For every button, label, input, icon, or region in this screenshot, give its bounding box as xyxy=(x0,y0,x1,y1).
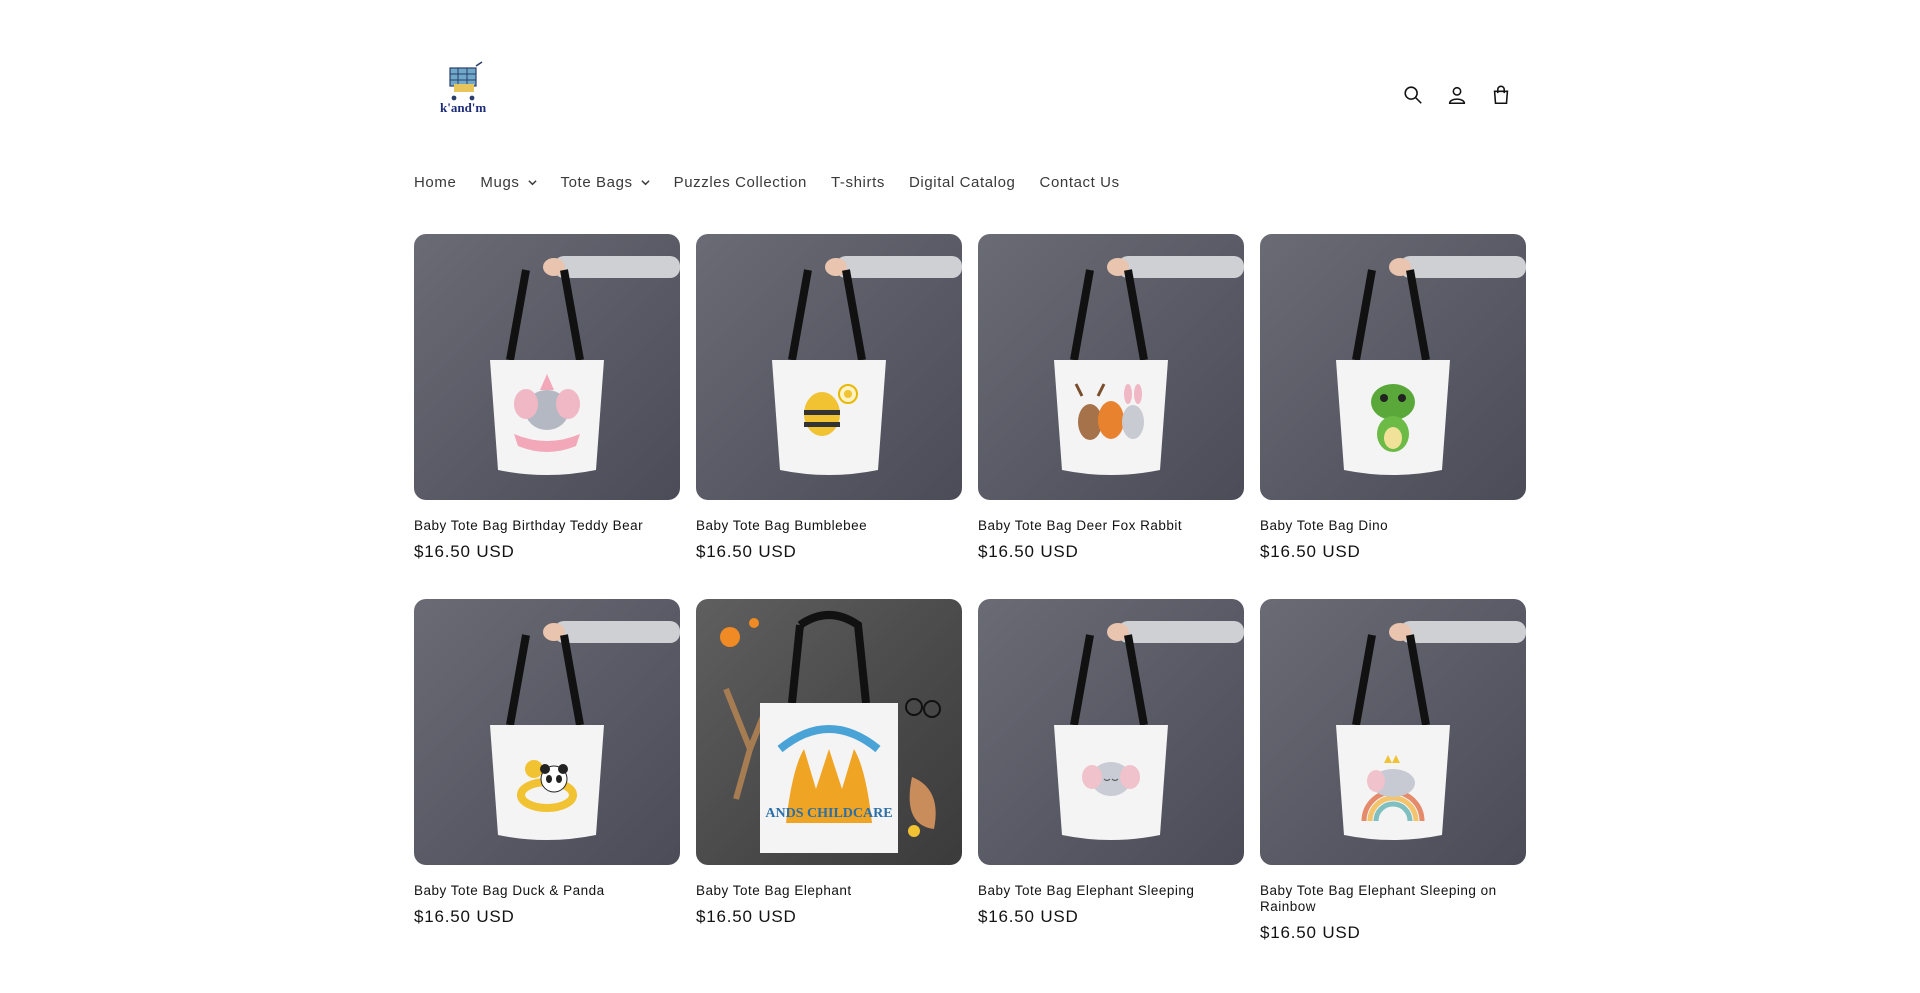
product-grid: Baby Tote Bag Birthday Teddy Bear $16.50… xyxy=(414,234,1526,964)
product-card[interactable]: Baby Tote Bag Bumblebee $16.50 USD xyxy=(696,234,962,599)
product-title[interactable]: Baby Tote Bag Elephant Sleeping on Rainb… xyxy=(1260,883,1526,915)
logo-cart-icon: k'and'm xyxy=(440,61,486,115)
product-image[interactable] xyxy=(414,234,680,500)
product-card[interactable]: Baby Tote Bag Elephant Sleeping on Rainb… xyxy=(1260,599,1526,964)
product-price: $16.50 USD xyxy=(414,542,515,561)
product-image[interactable] xyxy=(978,599,1244,865)
nav-label: Mugs xyxy=(480,174,520,191)
store-logo[interactable]: k'and'm xyxy=(436,58,500,122)
nav-label: Contact Us xyxy=(1039,174,1120,191)
nav-item-tshirts[interactable]: T-shirts xyxy=(831,174,885,191)
product-image[interactable] xyxy=(1260,234,1526,500)
product-price: $16.50 USD xyxy=(1260,542,1361,561)
product-price: $16.50 USD xyxy=(1260,923,1361,942)
product-image[interactable] xyxy=(1260,599,1526,865)
product-price: $16.50 USD xyxy=(696,907,797,926)
product-card[interactable]: Baby Tote Bag Duck & Panda $16.50 USD xyxy=(414,599,680,964)
nav-item-home[interactable]: Home xyxy=(414,174,456,191)
main-nav: Home Mugs Tote Bags Puzzles Collection T… xyxy=(414,174,1144,191)
nav-item-tote-bags[interactable]: Tote Bags xyxy=(561,174,650,191)
logo-text: k'and'm xyxy=(440,100,486,115)
cart-icon[interactable] xyxy=(1486,80,1516,110)
nav-item-mugs[interactable]: Mugs xyxy=(480,174,537,191)
nav-label: Home xyxy=(414,174,457,191)
product-title[interactable]: Baby Tote Bag Elephant Sleeping xyxy=(978,883,1244,899)
product-card[interactable]: Baby Tote Bag Dino $16.50 USD xyxy=(1260,234,1526,599)
chevron-down-icon xyxy=(527,178,537,187)
product-price: $16.50 USD xyxy=(978,907,1079,926)
product-card[interactable]: Baby Tote Bag Deer Fox Rabbit $16.50 USD xyxy=(978,234,1244,599)
product-title[interactable]: Baby Tote Bag Bumblebee xyxy=(696,518,962,534)
nav-label: Puzzles Collection xyxy=(673,174,807,191)
product-title[interactable]: Baby Tote Bag Duck & Panda xyxy=(414,883,680,899)
header-actions xyxy=(1398,80,1516,110)
product-title[interactable]: Baby Tote Bag Dino xyxy=(1260,518,1526,534)
product-card[interactable]: Baby Tote Bag Birthday Teddy Bear $16.50… xyxy=(414,234,680,599)
product-image[interactable] xyxy=(414,599,680,865)
nav-label: T-shirts xyxy=(830,174,885,191)
nav-label: Tote Bags xyxy=(560,174,633,191)
product-image[interactable] xyxy=(696,234,962,500)
product-image[interactable]: ANDS CHILDCARE xyxy=(696,599,962,865)
nav-item-contact[interactable]: Contact Us xyxy=(1040,174,1120,191)
product-card[interactable]: Baby Tote Bag Elephant Sleeping $16.50 U… xyxy=(978,599,1244,964)
product-price: $16.50 USD xyxy=(414,907,515,926)
nav-item-digital-catalog[interactable]: Digital Catalog xyxy=(909,174,1016,191)
product-price: $16.50 USD xyxy=(696,542,797,561)
product-card[interactable]: ANDS CHILDCARE Baby Tote Bag Elephant $1… xyxy=(696,599,962,964)
product-image[interactable] xyxy=(978,234,1244,500)
svg-text:ANDS CHILDCARE: ANDS CHILDCARE xyxy=(765,806,892,821)
nav-item-puzzles[interactable]: Puzzles Collection xyxy=(674,174,807,191)
product-title[interactable]: Baby Tote Bag Elephant xyxy=(696,883,962,899)
search-icon[interactable] xyxy=(1398,80,1428,110)
nav-label: Digital Catalog xyxy=(908,174,1016,191)
product-price: $16.50 USD xyxy=(978,542,1079,561)
account-icon[interactable] xyxy=(1442,80,1472,110)
product-title[interactable]: Baby Tote Bag Deer Fox Rabbit xyxy=(978,518,1244,534)
product-title[interactable]: Baby Tote Bag Birthday Teddy Bear xyxy=(414,518,680,534)
chevron-down-icon xyxy=(641,178,650,187)
